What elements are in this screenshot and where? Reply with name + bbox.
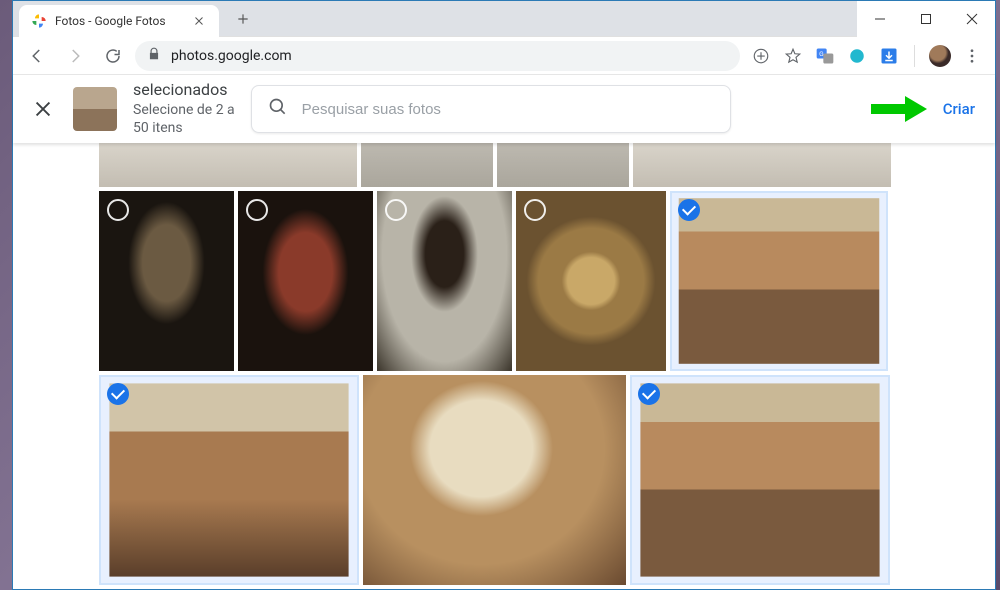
tabstrip: Fotos - Google Fotos xyxy=(13,1,857,36)
photo-thumbnail[interactable] xyxy=(361,143,493,187)
photo-thumbnail[interactable] xyxy=(363,375,626,585)
photo-row xyxy=(99,143,995,187)
selection-range-label: Selecione de 2 a xyxy=(133,101,235,119)
forward-button[interactable] xyxy=(59,40,91,72)
lock-icon xyxy=(147,47,161,65)
selection-count-label: selecionados xyxy=(133,80,235,101)
photo-thumbnail[interactable] xyxy=(516,191,666,371)
photo-grid xyxy=(13,143,995,589)
photo-thumbnail[interactable] xyxy=(238,191,373,371)
selection-preview-thumbnail xyxy=(73,87,117,131)
photo-row xyxy=(99,375,995,585)
tab-title: Fotos - Google Fotos xyxy=(55,14,183,28)
selection-checkbox[interactable] xyxy=(107,199,129,221)
browser-tab[interactable]: Fotos - Google Fotos xyxy=(19,5,219,37)
selection-checkbox[interactable] xyxy=(107,383,129,405)
window-controls xyxy=(857,1,995,37)
search-icon xyxy=(268,97,288,121)
minimize-button[interactable] xyxy=(857,1,903,37)
annotation-arrow-icon xyxy=(869,94,929,124)
photo-thumbnail[interactable] xyxy=(99,375,359,585)
translate-extension-icon[interactable]: G xyxy=(814,45,836,67)
new-tab-button[interactable] xyxy=(229,5,257,33)
extension-icons: G xyxy=(746,45,987,67)
profile-avatar[interactable] xyxy=(929,45,951,67)
close-selection-button[interactable] xyxy=(29,95,57,123)
photo-thumbnail[interactable] xyxy=(497,143,629,187)
photo-thumbnail[interactable] xyxy=(630,375,890,585)
selection-checkbox[interactable] xyxy=(524,199,546,221)
selection-checkbox[interactable] xyxy=(385,199,407,221)
selection-max-label: 50 itens xyxy=(133,119,235,137)
chrome-menu-icon[interactable] xyxy=(961,45,983,67)
photo-thumbnail[interactable] xyxy=(670,191,888,371)
selection-checkbox[interactable] xyxy=(678,199,700,221)
close-tab-icon[interactable] xyxy=(191,13,207,29)
close-window-button[interactable] xyxy=(949,1,995,37)
bookmark-star-icon[interactable] xyxy=(782,45,804,67)
address-bar: photos.google.com G xyxy=(13,37,995,75)
zoom-indicator-icon[interactable] xyxy=(750,45,772,67)
divider xyxy=(914,45,915,67)
selection-text: selecionados Selecione de 2 a 50 itens xyxy=(133,80,235,137)
selection-checkbox[interactable] xyxy=(371,383,393,405)
back-button[interactable] xyxy=(21,40,53,72)
url-text: photos.google.com xyxy=(171,48,292,64)
svg-text:G: G xyxy=(819,50,824,58)
header-actions: Criar xyxy=(869,94,983,124)
titlebar: Fotos - Google Fotos xyxy=(13,1,995,37)
search-box[interactable] xyxy=(251,85,731,133)
extension-circle-icon[interactable] xyxy=(846,45,868,67)
photos-app-header: selecionados Selecione de 2 a 50 itens C… xyxy=(13,75,995,143)
maximize-button[interactable] xyxy=(903,1,949,37)
selection-checkbox[interactable] xyxy=(638,383,660,405)
reload-button[interactable] xyxy=(97,40,129,72)
google-photos-favicon-icon xyxy=(31,13,47,29)
photo-thumbnail[interactable] xyxy=(99,143,357,187)
browser-window: Fotos - Google Fotos xyxy=(12,0,996,590)
selection-checkbox[interactable] xyxy=(246,199,268,221)
photo-thumbnail[interactable] xyxy=(633,143,891,187)
search-input[interactable] xyxy=(302,101,714,118)
create-button[interactable]: Criar xyxy=(935,96,983,122)
photo-row xyxy=(99,191,995,371)
photo-thumbnail[interactable] xyxy=(99,191,234,371)
download-extension-icon[interactable] xyxy=(878,45,900,67)
photo-thumbnail[interactable] xyxy=(377,191,512,371)
url-field[interactable]: photos.google.com xyxy=(135,41,740,71)
